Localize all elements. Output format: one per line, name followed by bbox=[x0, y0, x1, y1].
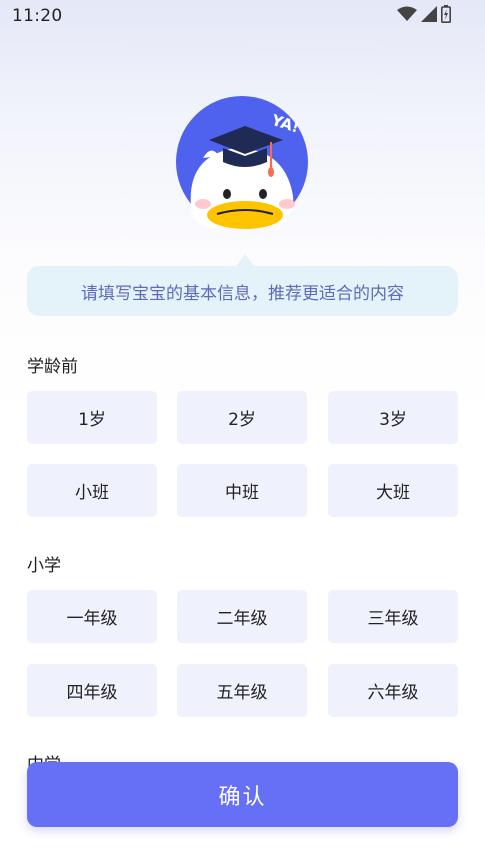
section-title-preschool: 学龄前 bbox=[27, 357, 78, 377]
option-grade-2[interactable]: 二年级 bbox=[177, 590, 307, 643]
option-big-class[interactable]: 大班 bbox=[328, 464, 458, 517]
signal-icon bbox=[421, 6, 437, 26]
tip-text: 请填写宝宝的基本信息，推荐更适合的内容 bbox=[81, 283, 404, 304]
option-age-3[interactable]: 3岁 bbox=[328, 391, 458, 444]
tip-arrow bbox=[236, 254, 254, 266]
option-grade-1[interactable]: 一年级 bbox=[27, 590, 157, 643]
option-grade-6[interactable]: 六年级 bbox=[328, 664, 458, 717]
section-title-primary: 小学 bbox=[27, 556, 61, 576]
tip-bubble: 请填写宝宝的基本信息，推荐更适合的内容 bbox=[27, 266, 458, 316]
battery-icon bbox=[441, 5, 451, 27]
status-time: 11:20 bbox=[12, 6, 63, 26]
wifi-icon bbox=[397, 6, 417, 26]
status-bar: 11:20 bbox=[0, 0, 485, 34]
confirm-button-label: 确认 bbox=[218, 784, 267, 810]
option-grade-3[interactable]: 三年级 bbox=[328, 590, 458, 643]
confirm-button[interactable]: 确认 bbox=[27, 762, 458, 827]
option-age-1[interactable]: 1岁 bbox=[27, 391, 157, 444]
option-grade-5[interactable]: 五年级 bbox=[177, 664, 307, 717]
duck-graduate-icon: YA! bbox=[173, 96, 311, 234]
status-icons bbox=[397, 5, 451, 27]
option-age-2[interactable]: 2岁 bbox=[177, 391, 307, 444]
option-small-class[interactable]: 小班 bbox=[27, 464, 157, 517]
option-grade-4[interactable]: 四年级 bbox=[27, 664, 157, 717]
option-middle-class[interactable]: 中班 bbox=[177, 464, 307, 517]
